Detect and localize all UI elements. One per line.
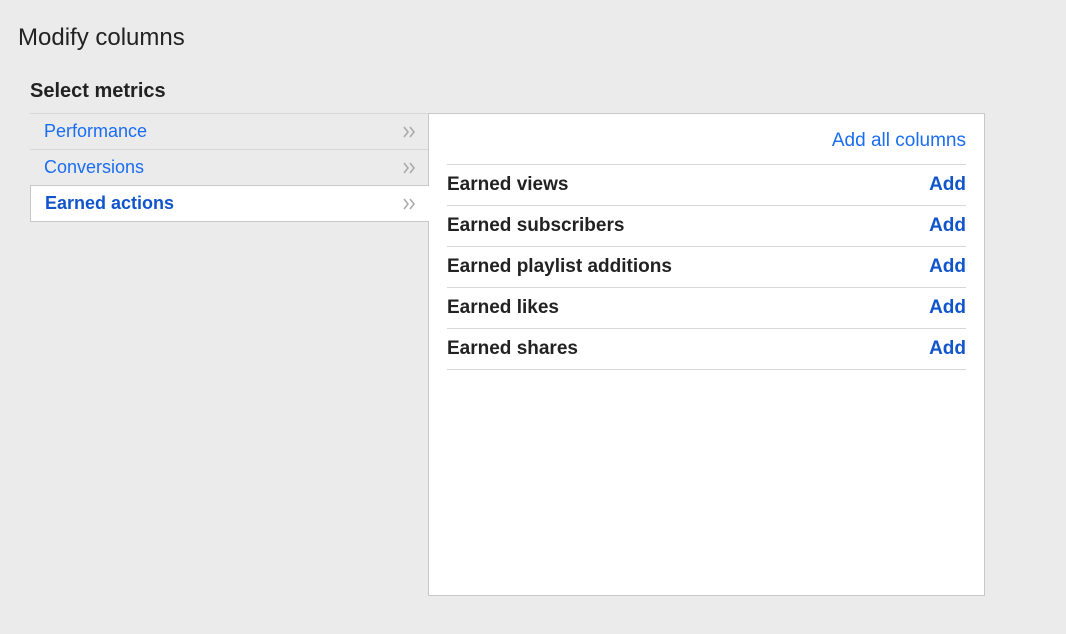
add-all-columns-link[interactable]: Add all columns (832, 130, 966, 152)
sidebar-item-conversions[interactable]: Conversions (30, 149, 429, 186)
chevron-right-icon (403, 161, 419, 175)
metric-label: Earned shares (447, 338, 578, 360)
metrics-category-sidebar: Performance Conversions Earned actions (30, 113, 429, 221)
sidebar-item-label: Conversions (44, 157, 144, 178)
page-title: Modify columns (18, 24, 1048, 52)
metrics-detail-panel: Add all columns Earned views Add Earned … (428, 113, 985, 596)
content-wrap: Performance Conversions Earned actions A… (30, 113, 1048, 596)
metric-label: Earned playlist additions (447, 256, 672, 278)
add-button[interactable]: Add (929, 297, 966, 319)
add-button[interactable]: Add (929, 338, 966, 360)
chevron-right-icon (403, 125, 419, 139)
sidebar-item-earned-actions[interactable]: Earned actions (30, 185, 429, 222)
metric-label: Earned subscribers (447, 215, 624, 237)
metric-row-earned-views: Earned views Add (447, 165, 966, 206)
sidebar-item-label: Performance (44, 121, 147, 142)
add-button[interactable]: Add (929, 256, 966, 278)
sidebar-item-performance[interactable]: Performance (30, 113, 429, 150)
metric-row-earned-subscribers: Earned subscribers Add (447, 206, 966, 247)
add-button[interactable]: Add (929, 215, 966, 237)
add-button[interactable]: Add (929, 174, 966, 196)
section-title: Select metrics (30, 80, 1048, 103)
metric-row-earned-likes: Earned likes Add (447, 288, 966, 329)
metric-label: Earned views (447, 174, 568, 196)
add-all-row: Add all columns (447, 126, 966, 165)
metric-row-earned-shares: Earned shares Add (447, 329, 966, 370)
sidebar-item-label: Earned actions (45, 193, 174, 214)
metric-label: Earned likes (447, 297, 559, 319)
chevron-right-icon (403, 197, 419, 211)
metric-row-earned-playlist-additions: Earned playlist additions Add (447, 247, 966, 288)
